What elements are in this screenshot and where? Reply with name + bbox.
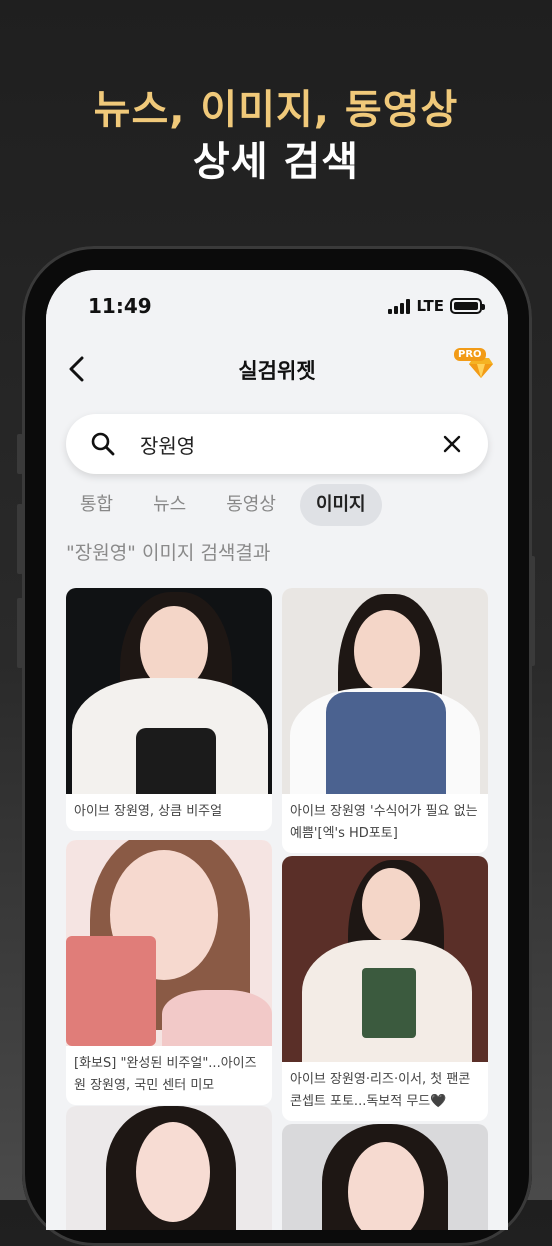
promo-header: 뉴스, 이미지, 동영상 상세 검색 [0, 84, 552, 188]
app-title: 실검위젯 [238, 359, 316, 383]
result-image [66, 1106, 272, 1230]
phone-side-button [17, 504, 23, 574]
image-result-card[interactable]: 아이브 장원영, 상큼 비주얼 [66, 588, 272, 831]
promo-line-1: 뉴스, 이미지, 동영상 [93, 87, 459, 133]
promo-line-2: 상세 검색 [192, 139, 360, 185]
result-image [282, 856, 488, 1062]
phone-side-button [17, 434, 23, 474]
result-caption: 아이브 장원영 '수식어가 필요 없는 예쁨'[엑's HD포토] [290, 804, 478, 841]
result-image [66, 840, 272, 1046]
result-caption: 아이브 장원영, 상큼 비주얼 [74, 804, 223, 819]
result-image [66, 588, 272, 794]
tab-all[interactable]: 통합 [64, 484, 129, 526]
search-tabs: 통합 뉴스 동영상 이미지 [64, 484, 382, 526]
tab-news[interactable]: 뉴스 [137, 484, 202, 526]
tab-video[interactable]: 동영상 [210, 484, 292, 526]
image-result-card[interactable] [66, 1106, 272, 1230]
phone-side-button [529, 556, 535, 666]
search-input[interactable] [140, 428, 420, 460]
image-result-card[interactable]: [화보S] "완성된 비주얼"...아이즈원 장원영, 국민 센터 미모 [66, 840, 272, 1105]
search-bar[interactable] [66, 414, 488, 474]
signal-icon [388, 298, 411, 314]
results-title: "장원영" 이미지 검색결과 [66, 542, 271, 564]
search-icon [91, 432, 115, 456]
image-result-card[interactable]: 아이브 장원영·리즈·이서, 첫 팬콘 콘셉트 포토...독보적 무드🖤 [282, 856, 488, 1121]
pro-button[interactable]: PRO [454, 348, 494, 384]
tab-image[interactable]: 이미지 [299, 484, 382, 526]
image-result-card[interactable]: 아이브 장원영 '수식어가 필요 없는 예쁨'[엑's HD포토] [282, 588, 488, 853]
status-bar: 11:49 LTE [46, 270, 508, 336]
status-time: 11:49 [88, 294, 152, 318]
result-caption: [화보S] "완성된 비주얼"...아이즈원 장원영, 국민 센터 미모 [74, 1056, 257, 1093]
result-caption: 아이브 장원영·리즈·이서, 첫 팬콘 콘셉트 포토...독보적 무드🖤 [290, 1072, 471, 1109]
result-image [282, 1124, 488, 1230]
clear-icon[interactable] [442, 434, 462, 454]
result-image [282, 588, 488, 794]
phone-screen: 11:49 LTE 실검위젯 PRO 장원영 통합 뉴스 동영상 이미지 "장원… [46, 270, 508, 1230]
image-result-card[interactable] [282, 1124, 488, 1230]
status-indicators: LTE [388, 297, 485, 315]
phone-side-button [17, 598, 23, 668]
pro-label: PRO [454, 348, 486, 361]
network-label: LTE [416, 297, 444, 315]
app-bar: 실검위젯 PRO [46, 336, 508, 402]
battery-icon [450, 298, 485, 314]
